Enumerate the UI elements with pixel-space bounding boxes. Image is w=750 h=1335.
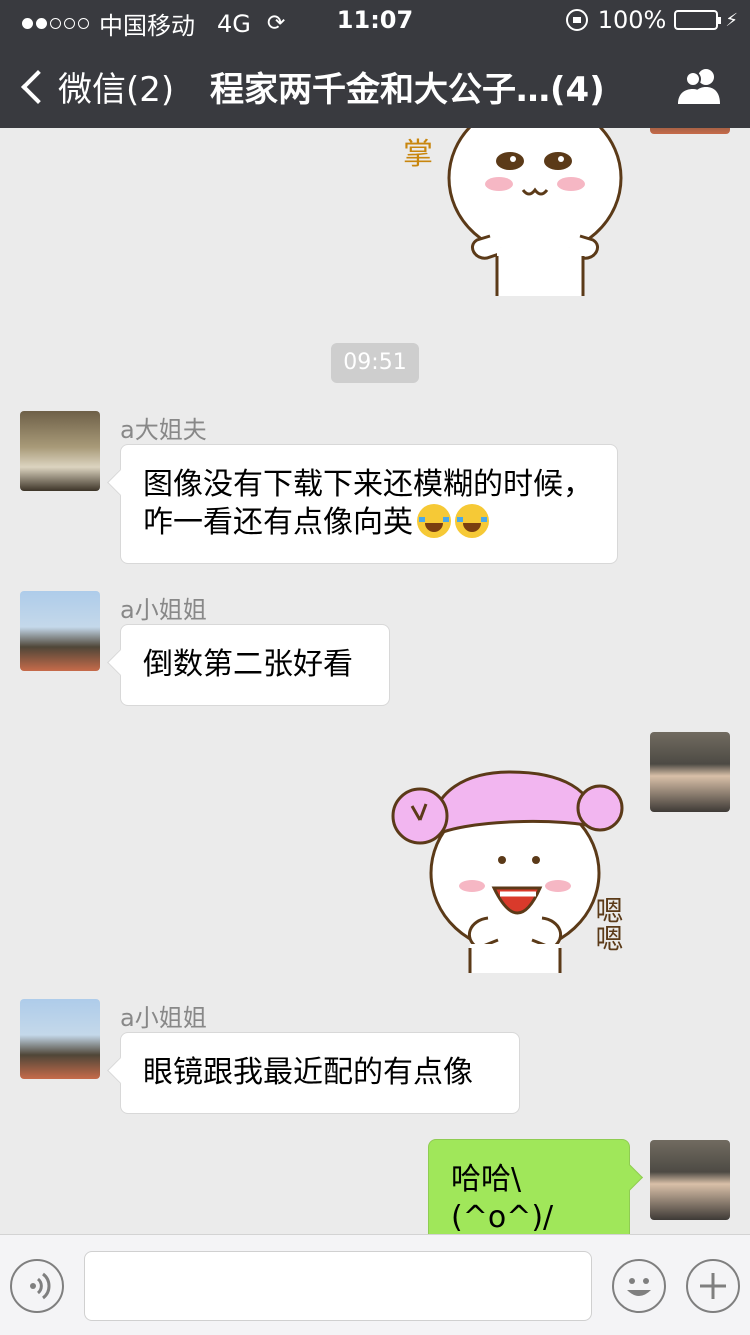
- sticker-clapping-bun[interactable]: 掌: [395, 128, 635, 298]
- input-bar: [0, 1234, 750, 1335]
- sender-name: a小姐姐: [120, 1004, 207, 1032]
- status-right: 100% ⚡: [565, 6, 738, 34]
- rotation-lock-icon: [565, 9, 588, 31]
- sticker-bun-hat[interactable]: 嗯嗯: [390, 768, 635, 973]
- avatar[interactable]: [20, 411, 100, 491]
- plus-icon: [700, 1273, 726, 1299]
- charging-icon: ⚡: [725, 9, 738, 31]
- voice-icon: [30, 1272, 51, 1300]
- battery-icon: [674, 10, 722, 30]
- message-bubble[interactable]: 图像没有下载下来还模糊的时候，咋一看还有点像向英: [120, 444, 618, 564]
- voice-input-button[interactable]: [10, 1259, 64, 1313]
- smiley-icon: [627, 1278, 651, 1296]
- battery-percent: 100%: [597, 6, 667, 34]
- message-text: 眼镜跟我最近配的有点像: [143, 1055, 473, 1090]
- back-label: 微信(2): [58, 70, 175, 110]
- chevron-left-icon: [21, 69, 55, 104]
- more-actions-button[interactable]: [686, 1259, 740, 1313]
- message-text: 图像没有下载下来还模糊的时候，咋一看还有点像向英: [143, 467, 593, 540]
- tears-of-joy-emoji-icon: [455, 504, 489, 538]
- avatar[interactable]: [650, 128, 730, 134]
- avatar[interactable]: [650, 732, 730, 812]
- status-bar: 中国移动 4G ⟳ 11:07 100% ⚡: [0, 0, 750, 40]
- chat-title: 程家两千金和大公子…(4): [210, 70, 605, 110]
- message-bubble[interactable]: 倒数第二张好看: [120, 624, 390, 706]
- message-bubble[interactable]: 眼镜跟我最近配的有点像: [120, 1032, 520, 1114]
- nav-bar: 微信(2) 程家两千金和大公子…(4): [0, 40, 750, 128]
- sender-name: a大姐夫: [120, 416, 207, 444]
- message-bubble-sent[interactable]: 哈哈\(^o^)/: [428, 1139, 630, 1234]
- sticker-caption: 掌: [403, 137, 433, 172]
- sender-name: a小姐姐: [120, 596, 207, 624]
- back-button[interactable]: 微信(2): [18, 62, 174, 111]
- message-input[interactable]: [84, 1251, 592, 1321]
- sticker-caption: 嗯嗯: [592, 896, 625, 952]
- group-info-icon[interactable]: [676, 66, 724, 106]
- message-list[interactable]: 掌 09:51 a大姐夫 图像没有下载下来还模糊的时候，咋一看还有点像向英 a小…: [0, 128, 750, 1234]
- top-bar: 中国移动 4G ⟳ 11:07 100% ⚡ 微信(2) 程家两千金和大公子…(…: [0, 0, 750, 128]
- tears-of-joy-emoji-icon: [417, 504, 451, 538]
- avatar[interactable]: [20, 591, 100, 671]
- avatar[interactable]: [650, 1140, 730, 1220]
- emoji-button[interactable]: [612, 1259, 666, 1313]
- message-text: 哈哈\(^o^)/: [451, 1162, 554, 1234]
- message-text: 倒数第二张好看: [143, 647, 353, 682]
- timestamp-chip: 09:51: [331, 343, 419, 383]
- avatar[interactable]: [20, 999, 100, 1079]
